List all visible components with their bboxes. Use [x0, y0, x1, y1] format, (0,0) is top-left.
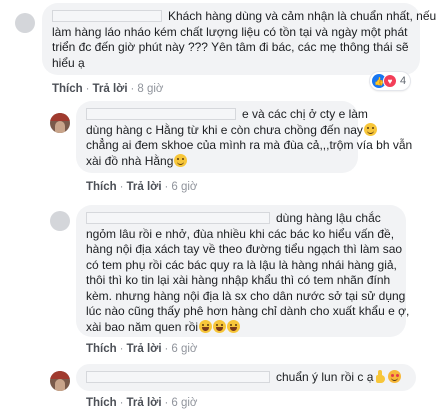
comment-bubble: dùng hàng lậu chắc ngỏm lâu rồi e nhở, đ…	[76, 205, 410, 337]
comment-text-line: làm hàng láo nháo kém chất lượng liệu có…	[52, 24, 408, 39]
avatar[interactable]	[50, 211, 70, 231]
smiling-emoji	[174, 153, 188, 167]
laughing-emoji	[199, 319, 213, 333]
comment-bubble: e và các chị ở cty e làm dùng hàng c Hằn…	[76, 101, 413, 173]
reply-link[interactable]: Trả lời	[93, 83, 128, 95]
avatar[interactable]	[50, 113, 70, 133]
comment-text-line: kèm. nhưng hàng nội địa là sx cho dân nư…	[86, 288, 406, 303]
comment-time[interactable]: 6 giờ	[171, 397, 197, 409]
comment-text-line: xài đồ nhà Hằng	[86, 153, 174, 168]
comment-text-line: dùng hàng lậu chắc	[276, 211, 381, 225]
comment-text-line: Khách hàng dùng và cảm nhận là chuẩn nhấ…	[168, 9, 437, 23]
redacted-name	[86, 108, 236, 120]
comment-time[interactable]: 8 giờ	[137, 83, 163, 95]
thumbs-up-emoji	[374, 370, 387, 383]
laughing-emoji	[227, 319, 241, 333]
avatar[interactable]	[15, 13, 35, 33]
comment-time[interactable]: 6 giờ	[171, 181, 197, 193]
grinning-sweat-emoji	[363, 122, 377, 136]
like-link[interactable]: Thích	[86, 181, 117, 193]
redacted-name	[52, 10, 162, 22]
comment-text-line: e và các chị ở cty e làm	[242, 107, 368, 121]
reaction-count: 4	[400, 75, 407, 87]
comment-text-line: triển đc đến giờ phút này ??? Yên tâm đi…	[52, 40, 409, 54]
comment-text-line: lúc nào cũng thấy phê hơn hàng chỉ dành …	[86, 304, 410, 318]
like-link[interactable]: Thích	[52, 83, 83, 95]
comment-text-line: xài bao năm quen rồi	[86, 319, 199, 334]
reply-link[interactable]: Trả lời	[127, 343, 162, 355]
like-link[interactable]: Thích	[86, 397, 117, 409]
comment-bubble: chuẩn ý lun rồi c ạ	[76, 364, 416, 391]
reply-link[interactable]: Trả lời	[127, 397, 162, 409]
comment-text-line: chẳng ai đem skhoe của mình ra mà đùa cả…	[86, 138, 413, 152]
comment-text-line: thôi thì ko tin lại xài hàng nhập khẩu t…	[86, 273, 391, 287]
comment-text-line: hiểu ạ	[52, 55, 85, 70]
heart-eyes-emoji	[388, 370, 402, 383]
comment-text-line: ngỏm lâu rồi e nhở, đùa nhiều khi các bá…	[86, 226, 395, 241]
comment-bubble: Khách hàng dùng và cảm nhận là chuẩn nhấ…	[42, 3, 436, 75]
redacted-name	[86, 371, 270, 383]
reply-link[interactable]: Trả lời	[127, 181, 162, 193]
redacted-name	[86, 212, 270, 224]
comment-actions: Thích · Trả lời · 8 giờ	[52, 83, 164, 95]
avatar[interactable]	[50, 371, 70, 391]
comment-actions: Thích · Trả lời · 6 giờ	[86, 181, 198, 193]
laughing-emoji	[213, 319, 227, 333]
comment-text-line: hàng nội địa xách tay về theo đường tiểu…	[86, 242, 403, 256]
reaction-summary[interactable]: 👍 ♥ 4	[370, 72, 411, 90]
comment-actions: Thích · Trả lời · 6 giờ	[86, 343, 198, 355]
comment-text-line: có tem phụ rồi các bác quy ra là lậu là …	[86, 257, 397, 272]
like-link[interactable]: Thích	[86, 343, 117, 355]
comment-text-line: chuẩn ý lun rồi c ạ	[276, 370, 374, 384]
comment-actions: Thích · Trả lời · 6 giờ	[86, 397, 198, 409]
love-reaction-icon: ♥	[383, 74, 397, 88]
comment-text-line: dùng hàng c Hằng từ khi e còn chưa chồng…	[86, 122, 363, 137]
comment-time[interactable]: 6 giờ	[171, 343, 197, 355]
